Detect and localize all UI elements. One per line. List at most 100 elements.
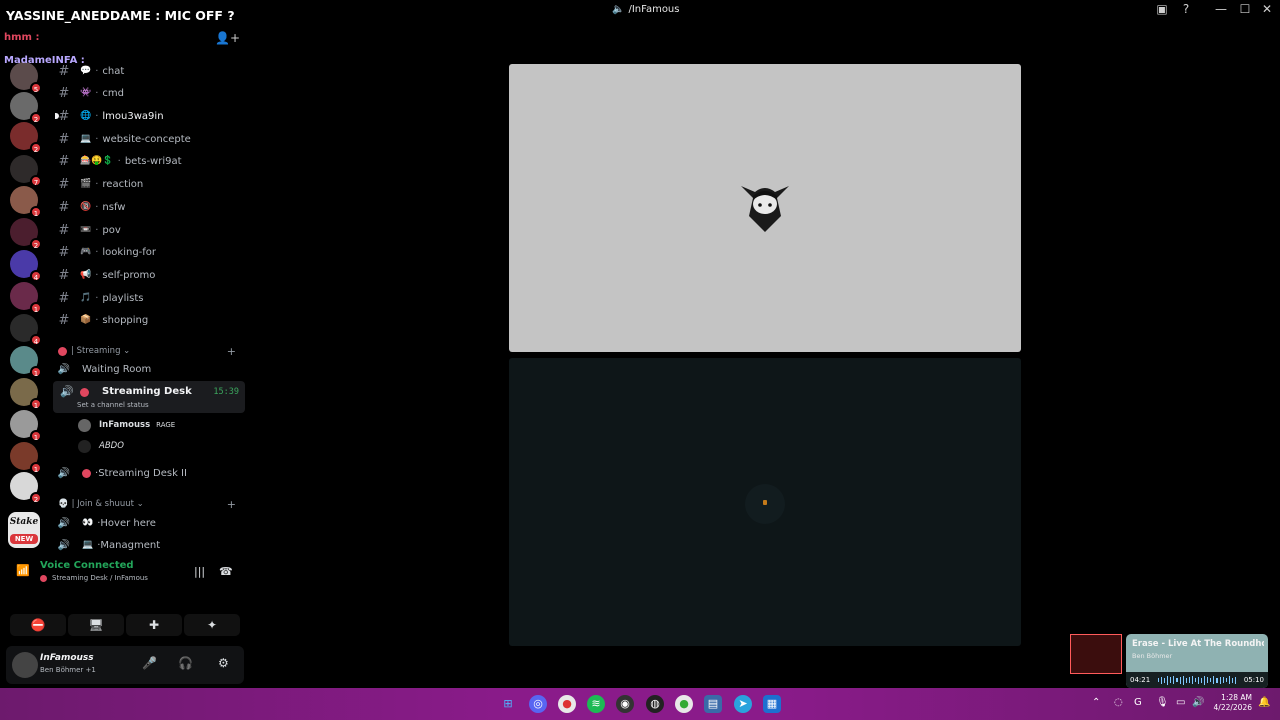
help-icon[interactable]: ? <box>1177 2 1195 16</box>
app-icon[interactable]: ▦ <box>763 695 781 713</box>
channel-item[interactable]: # 🔞 · nsfw <box>56 197 246 217</box>
hash-icon: # <box>58 85 70 101</box>
discord-icon[interactable]: ◎ <box>529 695 547 713</box>
voice-status[interactable]: Voice Connected <box>40 560 134 571</box>
create-channel-icon[interactable]: + <box>227 345 236 358</box>
voice-channel[interactable]: 🔊 💻 · Managment <box>56 535 246 555</box>
channel-item[interactable]: # 🎬 · reaction <box>56 174 246 194</box>
server-icon[interactable]: 2 <box>10 472 42 504</box>
microphone-icon[interactable]: 🎤 <box>142 656 157 670</box>
speaker-icon: 🔊 <box>60 385 74 398</box>
visualizer-bar <box>1161 676 1163 684</box>
telegram-icon[interactable]: ➤ <box>734 695 752 713</box>
tray-icon[interactable]: ◌ <box>1114 697 1123 708</box>
chrome-icon[interactable]: ● <box>675 695 693 713</box>
maximize-button[interactable]: ☐ <box>1236 2 1254 16</box>
chrome-icon[interactable]: ● <box>558 695 576 713</box>
overlay-chat-line: hmm : <box>4 32 40 43</box>
server-icon[interactable]: 2 <box>10 92 42 124</box>
channel-item[interactable]: # 📢 · self-promo <box>56 265 246 285</box>
speaker-icon: 🔊 <box>57 467 71 479</box>
server-icon[interactable]: 1 <box>10 346 42 378</box>
username[interactable]: InFamouss <box>40 653 94 663</box>
visualizer-bar <box>1173 676 1175 684</box>
voice-channel[interactable]: 🔊 👀 · Hover here <box>56 513 246 533</box>
voice-channel-streaming-desk[interactable]: 🔊 Streaming Desk 15:39 Set a channel sta… <box>53 381 245 413</box>
notification-icon[interactable]: 🔔 <box>1258 697 1270 708</box>
speaker-icon: 🔊 <box>57 539 71 551</box>
activities-button[interactable]: ✚ <box>126 614 182 636</box>
speaker-icon: 🔊 <box>57 517 71 529</box>
disconnect-icon[interactable]: ☎ <box>219 565 233 578</box>
channel-item[interactable]: # 📼 · pov <box>56 220 246 240</box>
signal-icon[interactable]: 📶 <box>16 564 30 577</box>
skull-icon: 💀 <box>58 499 69 509</box>
app-icon[interactable]: ◍ <box>646 695 664 713</box>
minimize-button[interactable]: — <box>1212 2 1230 16</box>
server-icon[interactable]: 2 <box>10 218 42 250</box>
channel-item[interactable]: # 🎮 · looking-for <box>56 242 246 262</box>
visualizer-bar <box>1213 676 1215 684</box>
visualizer-bar <box>1222 677 1224 683</box>
headphones-icon[interactable]: 🎧 <box>178 656 193 670</box>
settings-gear-icon[interactable]: ⚙ <box>218 656 229 670</box>
microphone-icon[interactable]: 🎙 <box>1156 697 1169 708</box>
soundboard-button[interactable]: ✦ <box>184 614 240 636</box>
server-header[interactable]: 👤+ <box>48 28 248 52</box>
channel-item[interactable]: # 💻 · website-concepte <box>56 129 246 149</box>
network-icon[interactable]: ▭ <box>1176 697 1185 708</box>
visualizer-bar <box>1158 678 1160 682</box>
stream-tile-abdo[interactable] <box>509 358 1021 646</box>
elapsed-time: 04:21 <box>1130 676 1151 684</box>
channel-item[interactable]: # 📦 · shopping <box>56 310 246 330</box>
spotify-icon[interactable]: ≋ <box>587 695 605 713</box>
visualizer-bar <box>1204 675 1206 685</box>
create-channel-icon[interactable]: + <box>227 498 236 511</box>
tray-icon[interactable]: G <box>1134 697 1142 708</box>
channel-item[interactable]: # 🎵 · playlists <box>56 288 246 308</box>
server-stake[interactable]: Stake NEW <box>8 512 40 548</box>
server-icon[interactable]: 1 <box>10 378 42 410</box>
chevron-up-icon[interactable]: ⌃ <box>1092 697 1100 708</box>
noise-suppression-icon[interactable]: ||| <box>194 565 205 578</box>
stream-tile-infamous[interactable] <box>509 64 1021 352</box>
server-icon[interactable]: 1 <box>10 442 42 474</box>
track-artist: Ben Böhmer <box>1132 652 1173 660</box>
server-icon[interactable]: 1 <box>10 410 42 442</box>
visualizer-bar <box>1201 677 1203 683</box>
avatar[interactable] <box>12 652 38 678</box>
channel-item[interactable]: # 🎰🤑💲 · bets-wri9at <box>56 151 246 171</box>
visualizer-bar <box>1198 676 1200 684</box>
taskbar-clock[interactable]: 1:28 AM 4/22/2026 <box>1212 693 1252 713</box>
windows-start-icon[interactable]: ⊞ <box>499 695 517 713</box>
voice-channel-streaming-desk-2[interactable]: 🔊 · Streaming Desk II <box>56 463 246 483</box>
close-button[interactable]: ✕ <box>1258 2 1276 16</box>
voice-location[interactable]: Streaming Desk / InFamous <box>40 574 148 582</box>
camera-off-button[interactable]: ⛔ <box>10 614 66 636</box>
add-member-icon[interactable]: 👤+ <box>215 31 240 45</box>
inbox-icon[interactable]: ▣ <box>1153 2 1171 16</box>
obs-icon[interactable]: ◉ <box>616 695 634 713</box>
app-icon[interactable]: ▤ <box>704 695 722 713</box>
server-icon[interactable]: 1 <box>10 186 42 218</box>
server-icon[interactable]: 7 <box>10 155 42 187</box>
server-icon[interactable]: 5 <box>10 62 42 94</box>
channel-status[interactable]: Set a channel status <box>77 401 149 409</box>
voice-channel-waiting-room[interactable]: 🔊 Waiting Room <box>56 359 246 379</box>
volume-icon[interactable]: 🔊 <box>1192 697 1204 708</box>
category-join[interactable]: 💀 | Join & shuuut ⌄ + <box>58 496 244 512</box>
server-icon[interactable]: 1 <box>10 282 42 314</box>
voice-member[interactable]: InFamouss RAGE <box>78 416 175 434</box>
visualizer-bar <box>1194 678 1197 682</box>
category-streaming[interactable]: | Streaming ⌄ + <box>58 343 244 359</box>
channel-item[interactable]: # 👾 · cmd <box>56 83 246 103</box>
server-icon[interactable]: 4 <box>10 250 42 282</box>
server-icon[interactable]: 4 <box>10 314 42 346</box>
screen-share-button[interactable]: 🖥 <box>68 614 124 636</box>
now-playing-widget[interactable]: Erase - Live At The Roundhouse Ben Böhme… <box>1070 634 1270 690</box>
channel-item[interactable]: # 🌐 · lmou3wa9in <box>55 106 246 126</box>
hash-icon: # <box>58 267 70 283</box>
voice-member[interactable]: ABDO <box>78 437 124 455</box>
server-icon[interactable]: 2 <box>10 122 42 154</box>
visualizer-bar <box>1231 677 1233 683</box>
